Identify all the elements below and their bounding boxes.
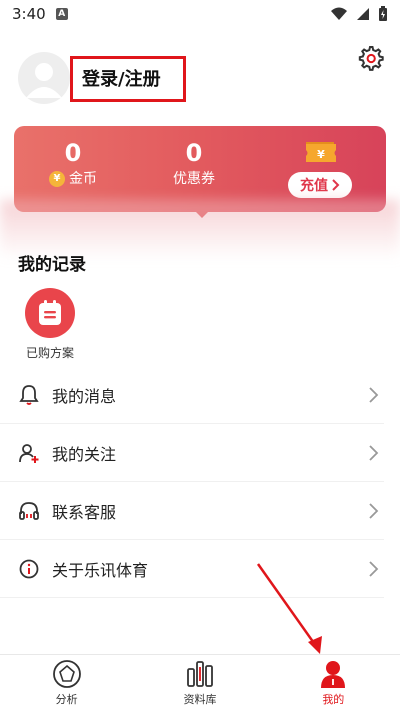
gear-icon[interactable]: [356, 44, 384, 72]
purchased-plans-label: 已购方案: [25, 346, 74, 360]
tab-label: 我的: [322, 693, 345, 706]
svg-text:¥: ¥: [317, 148, 325, 161]
battery-icon: [379, 6, 387, 21]
tab-label: 资料库: [183, 693, 217, 706]
annotation-highlight-box: [70, 56, 186, 102]
avatar-placeholder-icon: [26, 63, 62, 98]
status-bar: 3:40 A: [0, 0, 400, 28]
purchased-plans-item[interactable]: 已购方案: [18, 288, 82, 361]
coins-value: 0: [64, 139, 82, 167]
coins-label-row: ¥ 金币: [28, 168, 118, 190]
info-icon: [19, 559, 39, 578]
chevron-right-icon: [369, 445, 379, 461]
chevron-right-icon: [369, 561, 379, 577]
recharge-ticket-icon: ¥: [306, 142, 336, 162]
status-icons: [330, 6, 388, 22]
menu-label: 我的关注: [52, 444, 117, 464]
user-follow-icon: [19, 443, 39, 463]
tab-profile[interactable]: 我的: [267, 655, 400, 711]
chevron-right-icon: [369, 503, 379, 519]
bottom-tab-bar: 分析 资料库 我的: [0, 654, 400, 711]
coupons-value: 0: [185, 139, 203, 167]
records-title: 我的记录: [18, 255, 86, 275]
menu-item-messages[interactable]: 我的消息: [0, 366, 384, 424]
menu-item-following[interactable]: 我的关注: [0, 424, 384, 482]
headset-icon: [19, 501, 39, 520]
coins-stat[interactable]: 0 ¥ 金币: [28, 138, 118, 190]
profile-header: 登录/注册: [0, 40, 400, 120]
profile-icon: [321, 661, 346, 688]
purchased-plans-icon: [25, 288, 75, 338]
coupons-label: 优惠券: [173, 171, 215, 187]
coupons-stat[interactable]: 0 优惠券: [149, 138, 239, 190]
coins-label: 金币: [69, 171, 97, 187]
wifi-icon: [331, 7, 347, 20]
annotation-arrow: [256, 563, 322, 654]
coin-icon: ¥: [49, 171, 65, 187]
recharge-button[interactable]: 充值: [288, 172, 352, 198]
menu-label: 关于乐讯体育: [52, 560, 149, 580]
avatar[interactable]: [18, 52, 70, 104]
chevron-right-icon: [332, 179, 340, 191]
recharge-label: 充值: [300, 178, 328, 194]
menu-label: 我的消息: [52, 386, 117, 406]
menu-item-customer-service[interactable]: 联系客服: [0, 482, 384, 540]
status-time: 3:40: [12, 5, 46, 23]
analysis-icon: [52, 660, 81, 688]
tab-label: 分析: [55, 693, 78, 706]
database-icon: [187, 661, 213, 687]
menu-label: 联系客服: [52, 502, 117, 522]
notification-icon: A: [55, 8, 68, 20]
menu-list: 我的消息 我的关注 联系客服 关于乐讯体育: [0, 366, 400, 598]
chevron-right-icon: [369, 387, 379, 403]
wallet-card-area: 0 ¥ 金币 0 优惠券 ¥ 充值: [0, 120, 400, 260]
bell-icon: [19, 384, 39, 405]
signal-icon: [357, 8, 369, 20]
tab-analysis[interactable]: 分析: [0, 655, 133, 711]
tab-database[interactable]: 资料库: [133, 655, 266, 711]
